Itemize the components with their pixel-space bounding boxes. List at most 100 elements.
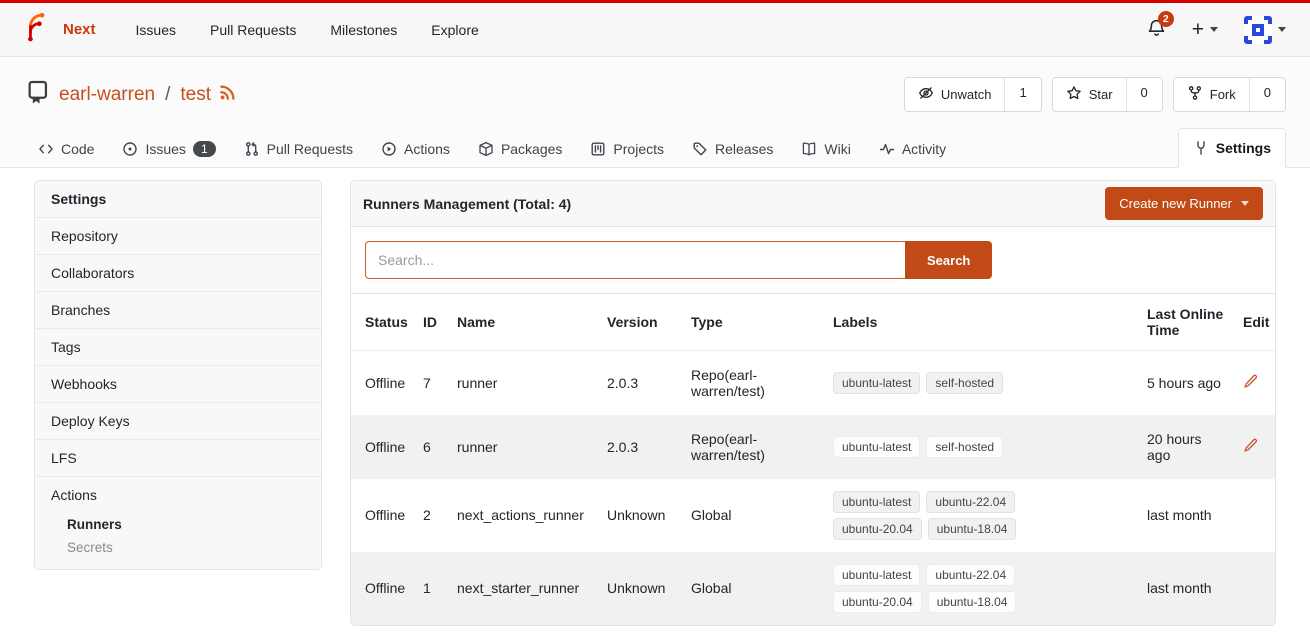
runner-name: runner	[449, 351, 599, 415]
star-label: Star	[1089, 87, 1113, 102]
fork-button[interactable]: Fork	[1174, 78, 1249, 111]
panel-title: Runners Management (Total: 4)	[363, 196, 571, 212]
repo-header: earl-warren / test	[0, 57, 1310, 168]
tab-label: Code	[61, 141, 94, 157]
repo-name-link[interactable]: test	[180, 84, 211, 106]
runner-version: Unknown	[599, 479, 683, 552]
tab-code[interactable]: Code	[24, 130, 108, 168]
create-new-runner-button[interactable]: Create new Runner	[1105, 187, 1263, 220]
unwatch-label: Unwatch	[941, 87, 992, 102]
tab-settings[interactable]: Settings	[1178, 128, 1286, 168]
content: Settings Repository Collaborators Branch…	[0, 168, 1310, 626]
runner-id: 6	[415, 415, 449, 479]
notifications-button[interactable]: 2	[1147, 18, 1166, 42]
chevron-down-icon	[1241, 201, 1249, 206]
tab-issues[interactable]: Issues 1	[108, 130, 229, 168]
settings-sidebar: Settings Repository Collaborators Branch…	[34, 180, 322, 570]
tag-icon	[692, 141, 708, 157]
search-form: Search	[351, 227, 1275, 294]
star-icon	[1066, 85, 1082, 104]
tab-label: Settings	[1216, 140, 1271, 156]
table-header-row: Status ID Name Version Type Labels Last …	[351, 294, 1275, 351]
rss-icon[interactable]	[219, 83, 237, 107]
watch-group: Unwatch 1	[904, 77, 1042, 112]
repo-owner-link[interactable]: earl-warren	[59, 84, 155, 106]
runner-id: 2	[415, 479, 449, 552]
sidebar-item-repository[interactable]: Repository	[35, 217, 321, 254]
label-chip: ubuntu-20.04	[833, 591, 922, 613]
pencil-icon	[1243, 374, 1258, 389]
notification-count-badge: 2	[1158, 11, 1174, 27]
navbar-right: 2 +	[1147, 16, 1286, 44]
tab-wiki[interactable]: Wiki	[787, 130, 864, 168]
nav-item-explore[interactable]: Explore	[431, 22, 478, 38]
sidebar-header-settings: Settings	[35, 181, 321, 217]
issues-count-badge: 1	[193, 141, 216, 157]
edit-runner-button[interactable]	[1243, 438, 1258, 453]
runner-type: Global	[683, 479, 825, 552]
pulse-icon	[879, 141, 895, 157]
runner-status: Offline	[351, 479, 415, 552]
runner-name: next_starter_runner	[449, 552, 599, 625]
forks-count[interactable]: 0	[1249, 78, 1285, 111]
tab-actions[interactable]: Actions	[367, 130, 464, 168]
fork-label: Fork	[1210, 87, 1236, 102]
runner-labels: ubuntu-latest ubuntu-22.04 ubuntu-20.04 …	[833, 564, 1033, 613]
sidebar-item-collaborators[interactable]: Collaborators	[35, 254, 321, 291]
user-menu-dropdown[interactable]	[1244, 16, 1286, 44]
col-last-online: Last Online Time	[1139, 294, 1235, 351]
label-chip: ubuntu-18.04	[928, 591, 1017, 613]
col-version: Version	[599, 294, 683, 351]
watchers-count[interactable]: 1	[1004, 78, 1040, 111]
stars-count[interactable]: 0	[1126, 78, 1162, 111]
runner-status: Offline	[351, 415, 415, 479]
unwatch-button[interactable]: Unwatch	[905, 78, 1005, 111]
nav-item-issues[interactable]: Issues	[136, 22, 176, 38]
runner-last-online: 5 hours ago	[1139, 351, 1235, 415]
nav-item-pull-requests[interactable]: Pull Requests	[210, 22, 296, 38]
runner-name: next_actions_runner	[449, 479, 599, 552]
sidebar-item-deploy-keys[interactable]: Deploy Keys	[35, 402, 321, 439]
edit-runner-button[interactable]	[1243, 374, 1258, 389]
col-id: ID	[415, 294, 449, 351]
issue-circle-icon	[122, 141, 138, 157]
forgejo-logo-icon	[24, 12, 54, 47]
sidebar-item-secrets[interactable]: Secrets	[35, 536, 321, 559]
runner-id: 1	[415, 552, 449, 625]
runner-labels: ubuntu-latest self-hosted	[833, 372, 1033, 394]
book-open-icon	[801, 141, 817, 157]
sidebar-item-actions[interactable]: Actions	[35, 476, 321, 513]
table-row: Offline 6 runner 2.0.3 Repo(earl-warren/…	[351, 415, 1275, 479]
star-button[interactable]: Star	[1053, 78, 1126, 111]
label-chip: ubuntu-22.04	[926, 564, 1015, 586]
search-button[interactable]: Search	[905, 241, 992, 279]
sidebar-item-tags[interactable]: Tags	[35, 328, 321, 365]
sidebar-item-branches[interactable]: Branches	[35, 291, 321, 328]
home-link[interactable]: Next	[24, 12, 102, 47]
chevron-down-icon	[1278, 27, 1286, 32]
tab-releases[interactable]: Releases	[678, 130, 787, 168]
eye-slash-icon	[918, 85, 934, 104]
tab-label: Pull Requests	[267, 141, 353, 157]
sidebar-item-webhooks[interactable]: Webhooks	[35, 365, 321, 402]
tab-projects[interactable]: Projects	[576, 130, 678, 168]
tab-packages[interactable]: Packages	[464, 130, 576, 168]
label-chip: ubuntu-18.04	[928, 518, 1017, 540]
sidebar-item-lfs[interactable]: LFS	[35, 439, 321, 476]
sidebar-item-runners[interactable]: Runners	[35, 513, 321, 536]
col-edit: Edit	[1235, 294, 1275, 351]
navbar: Next Issues Pull Requests Milestones Exp…	[0, 3, 1310, 57]
tab-pull-requests[interactable]: Pull Requests	[230, 130, 367, 168]
tab-activity[interactable]: Activity	[865, 130, 960, 168]
create-new-dropdown[interactable]: +	[1192, 19, 1218, 40]
star-group: Star 0	[1052, 77, 1163, 112]
label-chip: ubuntu-latest	[833, 372, 920, 394]
tools-icon	[1193, 140, 1209, 156]
label-chip: self-hosted	[926, 372, 1003, 394]
fork-group: Fork 0	[1173, 77, 1286, 112]
runner-last-online: last month	[1139, 552, 1235, 625]
runner-version: Unknown	[599, 552, 683, 625]
nav-item-milestones[interactable]: Milestones	[330, 22, 397, 38]
search-input[interactable]	[365, 241, 905, 279]
page: Next Issues Pull Requests Milestones Exp…	[0, 0, 1310, 644]
